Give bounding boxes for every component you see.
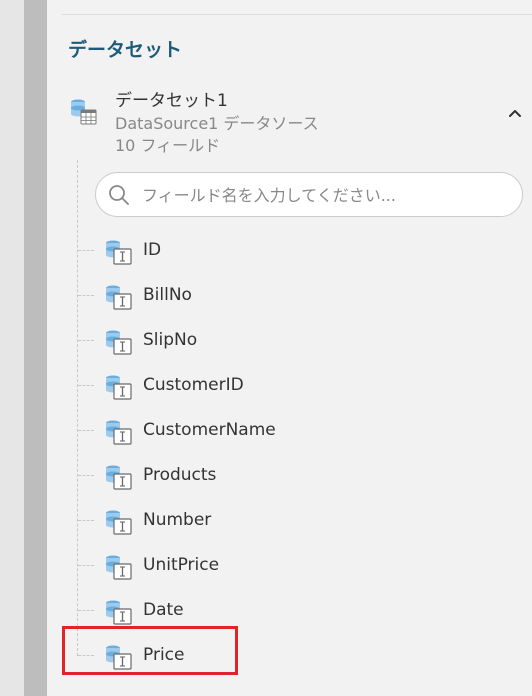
- field-label: BillNo: [143, 285, 192, 305]
- collapse-button[interactable]: [503, 103, 527, 123]
- tree-branch-connector: [78, 475, 94, 476]
- database-table-icon: [70, 98, 98, 126]
- text-field-icon: [105, 329, 133, 355]
- text-field-icon: [105, 509, 133, 535]
- tree-branch-connector: [78, 610, 94, 611]
- text-field-icon: [105, 554, 133, 580]
- field-item-customerid[interactable]: CustomerID: [78, 368, 518, 404]
- text-field-icon: [105, 464, 133, 490]
- tree-branch-connector: [78, 520, 94, 521]
- dataset-source: DataSource1 データソース: [115, 114, 319, 133]
- field-item-date[interactable]: Date: [78, 593, 518, 629]
- tree-branch-connector: [78, 430, 94, 431]
- field-label: UnitPrice: [143, 555, 220, 575]
- sidebar-scroll-bar: [24, 0, 47, 696]
- search-icon: [109, 185, 129, 205]
- tree-branch-connector: [78, 295, 94, 296]
- top-divider: [62, 14, 532, 15]
- field-label: Products: [143, 465, 217, 485]
- tree-branch-connector: [78, 250, 94, 251]
- field-search-box: [95, 172, 523, 217]
- text-field-icon: [105, 284, 133, 310]
- dataset-field-count: 10 フィールド: [115, 136, 221, 155]
- field-item-number[interactable]: Number: [78, 503, 518, 539]
- text-field-icon: [105, 419, 133, 445]
- text-field-icon: [105, 239, 133, 265]
- field-item-customername[interactable]: CustomerName: [78, 413, 518, 449]
- field-label: CustomerName: [143, 420, 276, 440]
- field-item-slipno[interactable]: SlipNo: [78, 323, 518, 359]
- field-label: Date: [143, 600, 184, 620]
- tree-branch-connector: [78, 565, 94, 566]
- field-label: ID: [143, 240, 162, 260]
- field-label: CustomerID: [143, 375, 244, 395]
- left-gutter: [0, 0, 24, 696]
- tree-branch-connector: [78, 385, 94, 386]
- field-label: Number: [143, 510, 212, 530]
- field-label: SlipNo: [143, 330, 198, 350]
- text-field-icon: [105, 374, 133, 400]
- field-item-products[interactable]: Products: [78, 458, 518, 494]
- tree-branch-connector: [78, 340, 94, 341]
- text-field-icon: [105, 599, 133, 625]
- section-title: データセット: [68, 39, 183, 61]
- field-item-unitprice[interactable]: UnitPrice: [78, 548, 518, 584]
- field-search-input[interactable]: [142, 179, 512, 211]
- dataset-name[interactable]: データセット1: [115, 89, 228, 113]
- highlight-box: [62, 626, 238, 675]
- field-item-id[interactable]: ID: [78, 233, 518, 269]
- chevron-up-icon: [509, 110, 521, 117]
- field-item-billno[interactable]: BillNo: [78, 278, 518, 314]
